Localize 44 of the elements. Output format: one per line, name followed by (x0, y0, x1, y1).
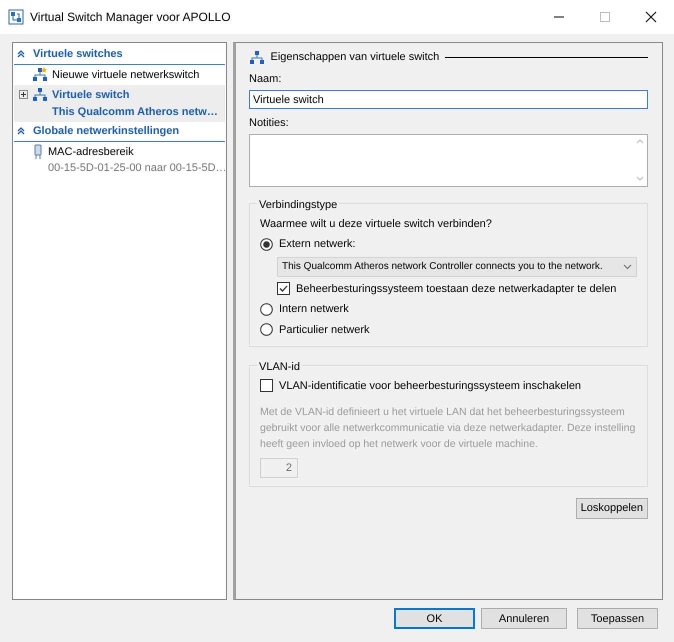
share-checkbox[interactable]: Beheerbesturingssysteem toestaan deze netwerkadapter te delen (277, 280, 637, 297)
item-detail: This Qualcomm Atheros netw… (52, 104, 218, 120)
radio-icon[interactable] (260, 302, 273, 316)
question-text: Waarmee wilt u deze virtuele switch verbinden? (260, 216, 493, 232)
checkbox-checked-icon (277, 282, 290, 296)
collapse-icon (17, 50, 25, 58)
plus-icon (20, 91, 27, 98)
field-label: Naam: (249, 72, 282, 87)
adapter-dropdown[interactable]: This Qualcomm Atheros network Controller connects you to the network. (277, 256, 637, 276)
caret-icon (623, 264, 632, 270)
sidebar-item[interactable]: Nieuwe virtuele netwerkswitch (14, 64, 225, 85)
item-label: Virtuele switch (52, 88, 130, 103)
dialog-button[interactable]: Annuleren (481, 608, 567, 629)
disconnect-button[interactable]: Loskoppelen (576, 498, 648, 519)
collapse-icon (17, 127, 25, 136)
field-label: Notities: (249, 116, 290, 131)
item-detail: 00-15-5D-01-25-00 naar 00-15-5D… (48, 161, 227, 176)
dialog-button[interactable]: OK (394, 608, 475, 629)
group-legend: Verbindingstype (257, 199, 340, 211)
section-header[interactable]: Globale netwerkinstellingen (14, 122, 225, 142)
dialog-button[interactable]: Toepassen (577, 608, 658, 629)
description-text: Met de VLAN-id definieert u het virtuele LAN dat het beheerbesturingssysteem gebruikt voor alle netwerkcommunicatie via deze netwerkadapter. Deze instelling heeft geen invloed op het netwerk voor de virtuele machine. (260, 405, 636, 452)
radio-option[interactable]: Intern netwerk (260, 301, 637, 318)
network-switch-icon (249, 50, 265, 65)
radio-icon[interactable] (260, 323, 273, 336)
section-heading: Eigenschappen van virtuele switch (270, 50, 440, 65)
group-legend: VLAN-id (257, 361, 302, 373)
sidebar-item[interactable]: Virtuele switch This Qualcomm Atheros netw… (14, 85, 225, 122)
radio-option[interactable]: Extern netwerk: (260, 236, 637, 252)
radio-option[interactable]: Particulier netwerk (260, 322, 637, 338)
sidebar-item[interactable]: MAC-adresbereik 00-15-5D-01-25-00 naar 00-15-5D… (14, 142, 225, 178)
radio-selected-icon[interactable] (260, 238, 273, 251)
name-field[interactable]: Virtuele switch (249, 90, 648, 110)
window-title: Virtual Switch Manager voor APOLLO (30, 9, 231, 26)
expander-icon[interactable] (19, 90, 28, 99)
network-switch-icon (32, 87, 48, 102)
section-header[interactable]: Virtuele switches (14, 45, 225, 64)
adapter-icon (32, 144, 44, 160)
checkbox-icon (260, 379, 273, 392)
item-label: Nieuwe virtuele netwerkswitch (52, 68, 200, 82)
new-switch-icon (32, 66, 48, 82)
app-icon (8, 9, 24, 25)
notes-field[interactable] (249, 134, 648, 187)
item-label: MAC-adresbereik (48, 144, 135, 160)
